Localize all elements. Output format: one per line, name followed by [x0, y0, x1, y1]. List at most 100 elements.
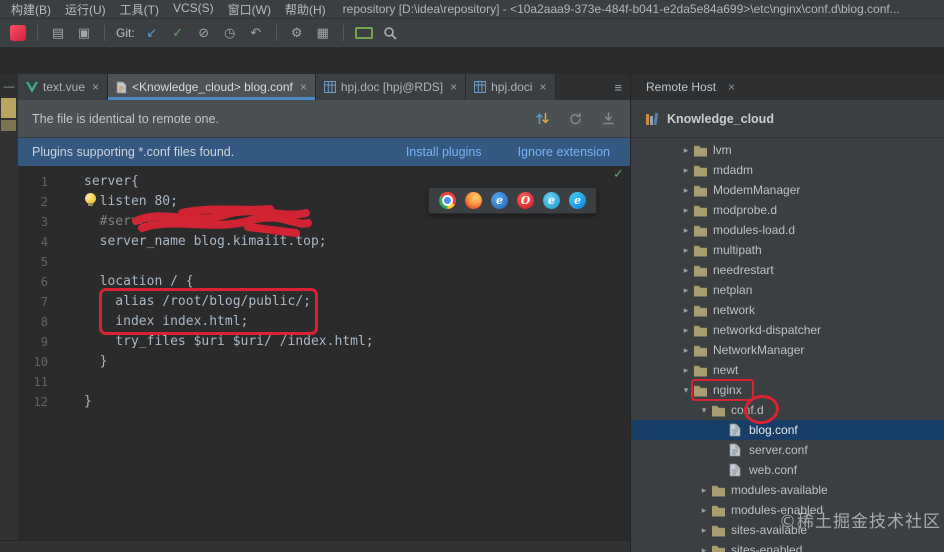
- code-line[interactable]: 3 #server_name: [0, 212, 630, 232]
- firefox-browser-icon[interactable]: [465, 192, 482, 209]
- tree-item-networkd-dispatcher[interactable]: ▸ networkd-dispatcher: [631, 320, 944, 340]
- tree-item-nginx[interactable]: ▾ nginx: [631, 380, 944, 400]
- search-everywhere-icon[interactable]: [381, 24, 399, 42]
- chevron-right-icon[interactable]: ▸: [679, 145, 693, 156]
- tree-item-blog.conf[interactable]: blog.conf: [631, 420, 944, 440]
- revert-icon[interactable]: [568, 111, 583, 126]
- diff-sync-icon[interactable]: [535, 111, 550, 126]
- close-icon[interactable]: ×: [539, 80, 546, 94]
- chevron-right-icon[interactable]: ▸: [679, 345, 693, 356]
- tree-item-modules-load.d[interactable]: ▸ modules-load.d: [631, 220, 944, 240]
- intention-bulb-icon[interactable]: [85, 193, 96, 206]
- code-line[interactable]: 12}: [0, 392, 630, 412]
- editor-tab[interactable]: hpj.doci ×: [466, 74, 556, 100]
- tools-icon[interactable]: ⚙: [288, 24, 306, 42]
- chevron-down-icon[interactable]: ▾: [697, 405, 711, 416]
- chevron-right-icon[interactable]: ▸: [697, 545, 711, 552]
- code-line[interactable]: 8 index index.html;: [0, 312, 630, 332]
- undo-icon[interactable]: ↶: [247, 24, 265, 42]
- chevron-right-icon[interactable]: ▸: [679, 265, 693, 276]
- tree-item-sites-enabled[interactable]: ▸ sites-enabled: [631, 540, 944, 552]
- close-icon[interactable]: ×: [450, 80, 457, 94]
- tree-item-server.conf[interactable]: server.conf: [631, 440, 944, 460]
- rollback-icon[interactable]: ⊘: [195, 24, 213, 42]
- editor-tab[interactable]: <Knowledge_cloud> blog.conf ×: [108, 74, 316, 100]
- close-icon[interactable]: ×: [728, 80, 735, 94]
- hide-tabs-icon[interactable]: —: [0, 74, 18, 100]
- ie-browser-icon[interactable]: [491, 192, 508, 209]
- code-line[interactable]: 6 location / {: [0, 272, 630, 292]
- opera-browser-icon[interactable]: [517, 192, 534, 209]
- tree-item-label: sites-enabled: [731, 543, 803, 552]
- code-text: }: [84, 394, 92, 409]
- chevron-right-icon[interactable]: ▸: [679, 245, 693, 256]
- edge-browser-icon[interactable]: [569, 192, 586, 209]
- tab-label: hpj.doci: [491, 80, 533, 94]
- chevron-right-icon[interactable]: ▸: [697, 505, 711, 516]
- project-structure-icon[interactable]: ▦: [314, 24, 332, 42]
- code-line[interactable]: 5: [0, 252, 630, 272]
- tree-item-network[interactable]: ▸ network: [631, 300, 944, 320]
- chevron-right-icon[interactable]: ▸: [697, 525, 711, 536]
- code-line[interactable]: 9 try_files $uri $uri/ /index.html;: [0, 332, 630, 352]
- chevron-right-icon[interactable]: ▸: [679, 325, 693, 336]
- tree-item-conf.d[interactable]: ▾ conf.d: [631, 400, 944, 420]
- menu-item[interactable]: 工具(T): [113, 0, 166, 18]
- tree-item-web.conf[interactable]: web.conf: [631, 460, 944, 480]
- history-icon[interactable]: ◷: [221, 24, 239, 42]
- chevron-right-icon[interactable]: ▸: [679, 205, 693, 216]
- chevron-right-icon[interactable]: ▸: [679, 185, 693, 196]
- tree-item-modprobe.d[interactable]: ▸ modprobe.d: [631, 200, 944, 220]
- download-from-remote-icon[interactable]: [601, 111, 616, 126]
- code-line[interactable]: 7 alias /root/blog/public/;: [0, 292, 630, 312]
- tree-item-label: netplan: [713, 283, 753, 297]
- run-console-icon[interactable]: [354, 27, 373, 39]
- code-line[interactable]: 11: [0, 372, 630, 392]
- save-all-icon[interactable]: ▣: [75, 24, 93, 42]
- chevron-right-icon[interactable]: ▸: [679, 365, 693, 376]
- code-text: location / {: [84, 274, 194, 289]
- ignore-extension-link[interactable]: Ignore extension: [518, 145, 610, 159]
- chevron-right-icon[interactable]: ▸: [679, 225, 693, 236]
- update-project-icon[interactable]: ↙: [143, 24, 161, 42]
- chevron-down-icon[interactable]: ▾: [679, 385, 693, 396]
- tree-item-NetworkManager[interactable]: ▸ NetworkManager: [631, 340, 944, 360]
- editor-gutter-strip: [0, 100, 18, 540]
- folder-icon: [711, 404, 729, 417]
- tree-item-modules-available[interactable]: ▸ modules-available: [631, 480, 944, 500]
- close-icon[interactable]: ×: [92, 80, 99, 94]
- tree-item-needrestart[interactable]: ▸ needrestart: [631, 260, 944, 280]
- tree-item-mdadm[interactable]: ▸ mdadm: [631, 160, 944, 180]
- chevron-right-icon[interactable]: ▸: [697, 485, 711, 496]
- editor-tab[interactable]: text.vue ×: [18, 74, 109, 100]
- open-project-icon[interactable]: ▤: [49, 24, 67, 42]
- explorer-browser-icon[interactable]: [543, 192, 560, 209]
- menu-item[interactable]: 帮助(H): [278, 0, 333, 18]
- remote-root[interactable]: Knowledge_cloud: [631, 100, 944, 138]
- tree-item-newt[interactable]: ▸ newt: [631, 360, 944, 380]
- close-icon[interactable]: ×: [300, 80, 307, 94]
- menu-item[interactable]: 运行(U): [58, 0, 113, 18]
- menu-item[interactable]: 窗口(W): [221, 0, 278, 18]
- remote-host-tab-label: Remote Host: [646, 80, 717, 94]
- code-editor[interactable]: 1 server{2 listen 80; 3 #server_name 4 ser…: [0, 166, 630, 540]
- menu-item[interactable]: VCS(S): [166, 0, 221, 18]
- editor-tab[interactable]: hpj.doc [hpj@RDS] ×: [315, 74, 467, 100]
- chevron-right-icon[interactable]: ▸: [679, 165, 693, 176]
- code-line[interactable]: 10 }: [0, 352, 630, 372]
- commit-icon[interactable]: ✓: [169, 24, 187, 42]
- tree-item-ModemManager[interactable]: ▸ ModemManager: [631, 180, 944, 200]
- code-line[interactable]: 4 server_name blog.kimaiit.top;: [0, 232, 630, 252]
- install-plugins-link[interactable]: Install plugins: [406, 145, 482, 159]
- line-number: 10: [33, 355, 48, 369]
- chevron-right-icon[interactable]: ▸: [679, 285, 693, 296]
- tree-item-lvm[interactable]: ▸ lvm: [631, 140, 944, 160]
- tree-item-multipath[interactable]: ▸ multipath: [631, 240, 944, 260]
- menu-item[interactable]: 构建(B): [4, 0, 58, 18]
- chrome-browser-icon[interactable]: [439, 192, 456, 209]
- remote-host-tab[interactable]: Remote Host ×: [631, 74, 944, 100]
- main-toolbar: ▤ ▣ Git: ↙ ✓ ⊘ ◷ ↶ ⚙ ▦: [0, 19, 944, 48]
- tab-list-icon[interactable]: ≡: [614, 80, 622, 95]
- chevron-right-icon[interactable]: ▸: [679, 305, 693, 316]
- tree-item-netplan[interactable]: ▸ netplan: [631, 280, 944, 300]
